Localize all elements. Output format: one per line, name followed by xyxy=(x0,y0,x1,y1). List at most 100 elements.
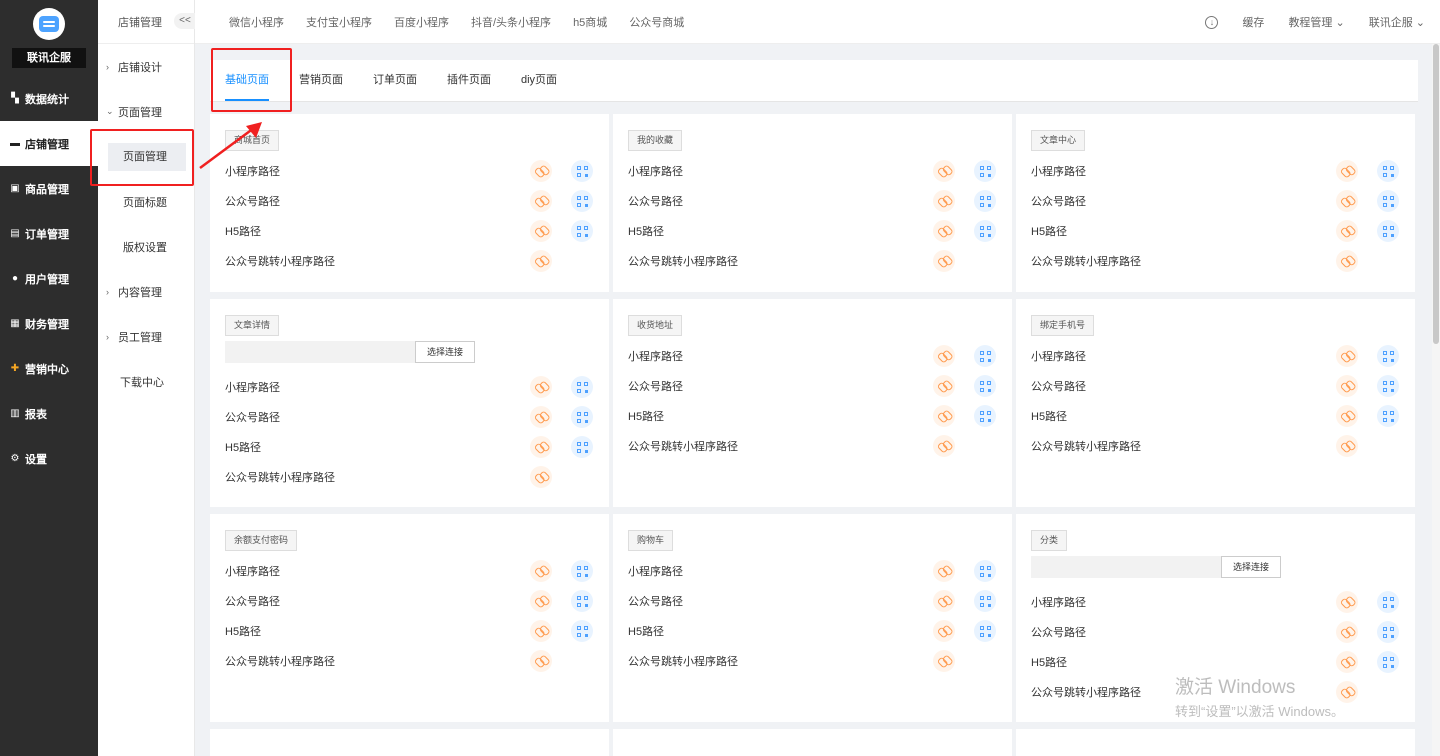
qr-code-icon[interactable] xyxy=(1377,190,1399,212)
sidebar-item-5[interactable]: ▦ 财务管理 xyxy=(0,301,98,346)
copy-link-icon[interactable] xyxy=(1336,375,1358,397)
qr-code-icon[interactable] xyxy=(1377,345,1399,367)
copy-link-icon[interactable] xyxy=(1336,220,1358,242)
qr-code-icon[interactable] xyxy=(974,345,996,367)
qr-code-icon[interactable] xyxy=(571,160,593,182)
qr-code-icon[interactable] xyxy=(571,220,593,242)
link-input[interactable] xyxy=(225,341,415,363)
qr-code-icon[interactable] xyxy=(974,590,996,612)
copy-link-icon[interactable] xyxy=(530,250,552,272)
sidebar-item-4[interactable]: ● 用户管理 xyxy=(0,256,98,301)
copy-link-icon[interactable] xyxy=(530,406,552,428)
copy-link-icon[interactable] xyxy=(933,620,955,642)
copy-link-icon[interactable] xyxy=(933,590,955,612)
qr-code-icon[interactable] xyxy=(974,160,996,182)
sidebar-item-1[interactable]: ▬ 店铺管理 xyxy=(0,121,98,166)
page-tab-4[interactable]: diy页面 xyxy=(521,59,557,101)
sidebar-item-8[interactable]: ⚙ 设置 xyxy=(0,436,98,481)
qr-code-icon[interactable] xyxy=(571,620,593,642)
qr-code-icon[interactable] xyxy=(1377,375,1399,397)
copy-link-icon[interactable] xyxy=(933,250,955,272)
platform-tab-0[interactable]: 微信小程序 xyxy=(229,14,284,30)
qr-code-icon[interactable] xyxy=(1377,160,1399,182)
copy-link-icon[interactable] xyxy=(933,435,955,457)
copy-link-icon[interactable] xyxy=(1336,160,1358,182)
qr-code-icon[interactable] xyxy=(571,376,593,398)
store-icon: ▬ xyxy=(10,137,20,149)
link-input[interactable] xyxy=(1031,556,1221,578)
copy-link-icon[interactable] xyxy=(933,405,955,427)
qr-code-icon[interactable] xyxy=(974,560,996,582)
copy-link-icon[interactable] xyxy=(1336,405,1358,427)
copy-link-icon[interactable] xyxy=(530,650,552,672)
sidebar-item-6[interactable]: ✚ 营销中心 xyxy=(0,346,98,391)
copy-link-icon[interactable] xyxy=(933,160,955,182)
copy-link-icon[interactable] xyxy=(530,376,552,398)
copy-link-icon[interactable] xyxy=(530,620,552,642)
select-link-button[interactable]: 选择连接 xyxy=(1221,556,1281,578)
qr-code-icon[interactable] xyxy=(974,375,996,397)
copy-link-icon[interactable] xyxy=(933,220,955,242)
cache-button[interactable]: 缓存 xyxy=(1242,14,1264,30)
submenu-group-0[interactable]: › 店铺设计 xyxy=(98,44,194,89)
copy-link-icon[interactable] xyxy=(1336,591,1358,613)
qr-code-icon[interactable] xyxy=(571,406,593,428)
copy-link-icon[interactable] xyxy=(1336,345,1358,367)
chart-icon: ▚ xyxy=(11,92,19,104)
copy-link-icon[interactable] xyxy=(1336,190,1358,212)
qr-code-icon[interactable] xyxy=(974,190,996,212)
copy-link-icon[interactable] xyxy=(1336,250,1358,272)
sidebar-item-2[interactable]: ▣ 商品管理 xyxy=(0,166,98,211)
copy-link-icon[interactable] xyxy=(1336,621,1358,643)
select-link-button[interactable]: 选择连接 xyxy=(415,341,475,363)
platform-tab-3[interactable]: 抖音/头条小程序 xyxy=(471,14,551,30)
qr-code-icon[interactable] xyxy=(1377,405,1399,427)
copy-link-icon[interactable] xyxy=(933,375,955,397)
copy-link-icon[interactable] xyxy=(530,190,552,212)
submenu-item-4[interactable]: 版权设置 xyxy=(98,224,194,269)
user-menu[interactable]: 联讯企服 ⌄ xyxy=(1369,14,1425,30)
copy-link-icon[interactable] xyxy=(530,436,552,458)
page-scrollbar[interactable] xyxy=(1432,44,1440,756)
copy-link-icon[interactable] xyxy=(1336,651,1358,673)
platform-tab-1[interactable]: 支付宝小程序 xyxy=(306,14,372,30)
sidebar-item-7[interactable]: ▥ 报表 xyxy=(0,391,98,436)
platform-tab-5[interactable]: 公众号商城 xyxy=(629,14,684,30)
qr-code-icon[interactable] xyxy=(974,620,996,642)
page-tab-2[interactable]: 订单页面 xyxy=(373,59,417,101)
collapse-menu-button[interactable]: << xyxy=(174,13,196,29)
qr-code-icon[interactable] xyxy=(1377,651,1399,673)
copy-link-icon[interactable] xyxy=(933,560,955,582)
qr-code-icon[interactable] xyxy=(974,220,996,242)
submenu-group-5[interactable]: › 内容管理 xyxy=(98,269,194,314)
submenu-group-6[interactable]: › 员工管理 xyxy=(98,314,194,359)
copy-link-icon[interactable] xyxy=(933,650,955,672)
copy-link-icon[interactable] xyxy=(933,190,955,212)
download-icon[interactable]: ↓ xyxy=(1205,15,1219,29)
copy-link-icon[interactable] xyxy=(1336,435,1358,457)
copy-link-icon[interactable] xyxy=(530,160,552,182)
copy-link-icon[interactable] xyxy=(530,220,552,242)
copy-link-icon[interactable] xyxy=(530,560,552,582)
qr-code-icon[interactable] xyxy=(1377,591,1399,613)
copy-link-icon[interactable] xyxy=(933,345,955,367)
qr-code-icon[interactable] xyxy=(1377,220,1399,242)
platform-tab-4[interactable]: h5商城 xyxy=(573,14,607,30)
scrollbar-thumb[interactable] xyxy=(1433,44,1439,344)
page-tab-1[interactable]: 营销页面 xyxy=(299,59,343,101)
submenu-item-7[interactable]: 下载中心 xyxy=(98,359,194,404)
qr-code-icon[interactable] xyxy=(1377,621,1399,643)
sidebar-item-0[interactable]: ▚ 数据统计 xyxy=(0,76,98,121)
submenu-group-1[interactable]: ⌄ 页面管理 xyxy=(98,89,194,134)
copy-link-icon[interactable] xyxy=(530,466,552,488)
tutorial-menu[interactable]: 教程管理 ⌄ xyxy=(1288,14,1344,30)
page-tab-3[interactable]: 插件页面 xyxy=(447,59,491,101)
qr-code-icon[interactable] xyxy=(571,190,593,212)
sidebar-item-3[interactable]: ▤ 订单管理 xyxy=(0,211,98,256)
qr-code-icon[interactable] xyxy=(571,590,593,612)
platform-tab-2[interactable]: 百度小程序 xyxy=(394,14,449,30)
qr-code-icon[interactable] xyxy=(571,436,593,458)
qr-code-icon[interactable] xyxy=(571,560,593,582)
qr-code-icon[interactable] xyxy=(974,405,996,427)
copy-link-icon[interactable] xyxy=(530,590,552,612)
